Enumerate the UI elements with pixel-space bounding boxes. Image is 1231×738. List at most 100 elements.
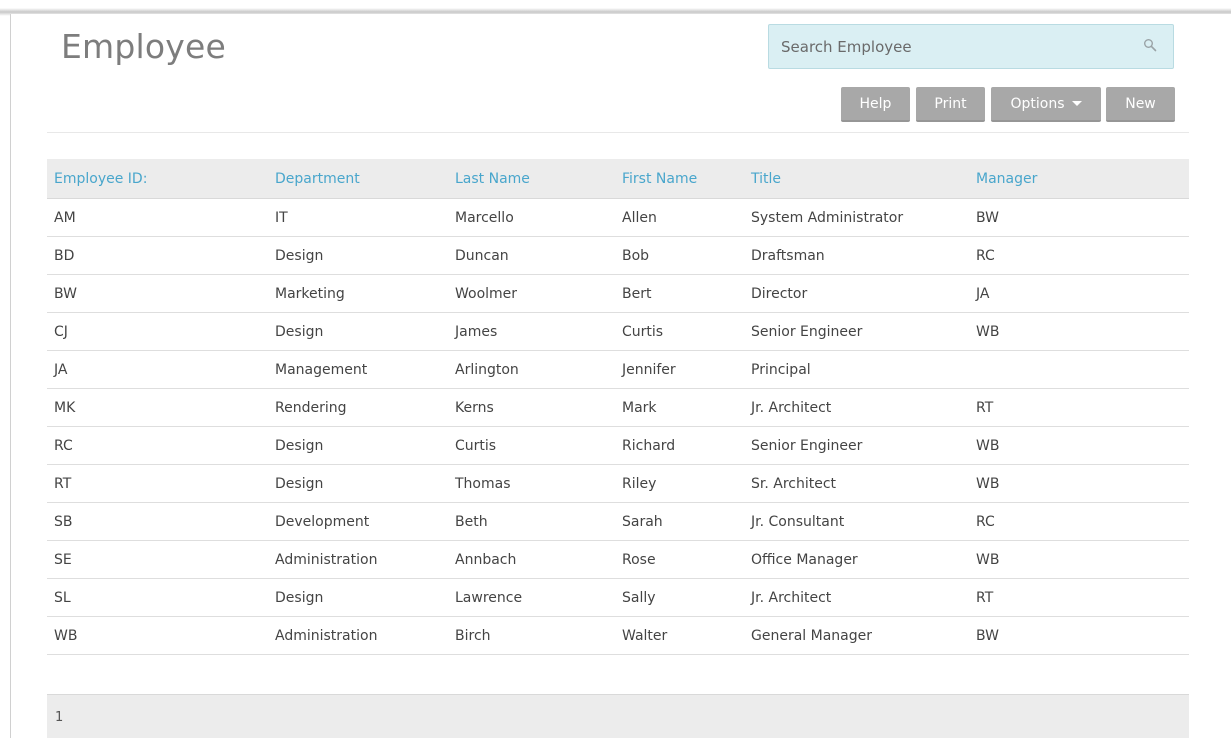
options-button[interactable]: Options (991, 87, 1101, 122)
cell-first-name: Walter (615, 616, 744, 655)
cell-title: System Administrator (744, 198, 969, 237)
table-row[interactable]: CJ Design James Curtis Senior Engineer WB (47, 312, 1189, 351)
column-header-department[interactable]: Department (268, 159, 448, 199)
table-row[interactable]: WB Administration Birch Walter General Manag… (47, 616, 1189, 655)
cell-last-name: Kerns (448, 388, 615, 427)
cell-title: General Manager (744, 616, 969, 655)
cell-employee-id: SE (47, 540, 268, 579)
cell-department: Management (268, 350, 448, 389)
table-row[interactable]: SE Administration Annbach Rose Office Manage… (47, 540, 1189, 579)
table-row[interactable]: BD Design Duncan Bob Draftsman RC (47, 236, 1189, 275)
cell-employee-id: WB (47, 616, 268, 655)
cell-manager: BW (969, 198, 1189, 237)
cell-last-name: Marcello (448, 198, 615, 237)
cell-department: Design (268, 312, 448, 351)
search-input[interactable] (769, 25, 1129, 68)
cell-first-name: Curtis (615, 312, 744, 351)
cell-employee-id: RC (47, 426, 268, 465)
table-row[interactable]: AM IT Marcello Allen System Administrator BW (47, 198, 1189, 237)
cell-manager (969, 350, 1189, 389)
cell-department: IT (268, 198, 448, 237)
cell-department: Administration (268, 540, 448, 579)
table-row[interactable]: SB Development Beth Sarah Jr. Consultant RC (47, 502, 1189, 541)
cell-manager: RC (969, 502, 1189, 541)
column-header-last-name[interactable]: Last Name (448, 159, 615, 199)
table-header-row: Employee ID: Department Last Name First … (47, 159, 1189, 199)
page-title: Employee (61, 27, 227, 66)
cell-first-name: Richard (615, 426, 744, 465)
cell-department: Administration (268, 616, 448, 655)
cell-last-name: Duncan (448, 236, 615, 275)
cell-manager: WB (969, 312, 1189, 351)
table-row[interactable]: RT Design Thomas Riley Sr. Architect WB (47, 464, 1189, 503)
cell-last-name: Arlington (448, 350, 615, 389)
cell-title: Senior Engineer (744, 312, 969, 351)
cell-employee-id: SB (47, 502, 268, 541)
print-button[interactable]: Print (916, 87, 985, 122)
cell-first-name: Sarah (615, 502, 744, 541)
cell-last-name: James (448, 312, 615, 351)
help-button-label: Help (859, 95, 892, 112)
options-button-label: Options (1010, 95, 1065, 112)
column-header-employee-id[interactable]: Employee ID: (47, 159, 268, 199)
new-button-label: New (1125, 95, 1156, 112)
cell-manager: RT (969, 578, 1189, 617)
cell-first-name: Bert (615, 274, 744, 313)
cell-department: Rendering (268, 388, 448, 427)
column-header-title[interactable]: Title (744, 159, 969, 199)
search-icon[interactable] (1143, 38, 1157, 52)
cell-title: Jr. Architect (744, 578, 969, 617)
cell-first-name: Mark (615, 388, 744, 427)
cell-first-name: Bob (615, 236, 744, 275)
column-header-first-name[interactable]: First Name (615, 159, 744, 199)
cell-department: Design (268, 236, 448, 275)
cell-employee-id: BW (47, 274, 268, 313)
table-row[interactable]: RC Design Curtis Richard Senior Engineer WB (47, 426, 1189, 465)
cell-manager: WB (969, 464, 1189, 503)
cell-manager: RC (969, 236, 1189, 275)
cell-department: Design (268, 578, 448, 617)
cell-manager: BW (969, 616, 1189, 655)
search-box[interactable] (768, 24, 1174, 69)
page-number-1[interactable]: 1 (55, 710, 63, 725)
cell-last-name: Annbach (448, 540, 615, 579)
table-row[interactable]: JA Management Arlington Jennifer Principal (47, 350, 1189, 389)
table-row[interactable]: SL Design Lawrence Sally Jr. Architect RT (47, 578, 1189, 617)
cell-last-name: Birch (448, 616, 615, 655)
cell-manager: WB (969, 426, 1189, 465)
cell-department: Design (268, 464, 448, 503)
cell-employee-id: AM (47, 198, 268, 237)
cell-last-name: Lawrence (448, 578, 615, 617)
table-row[interactable]: MK Rendering Kerns Mark Jr. Architect RT (47, 388, 1189, 427)
pagination-bar: 1 (47, 694, 1189, 738)
cell-employee-id: SL (47, 578, 268, 617)
cell-last-name: Woolmer (448, 274, 615, 313)
new-button[interactable]: New (1106, 87, 1175, 122)
cell-department: Development (268, 502, 448, 541)
cell-manager: WB (969, 540, 1189, 579)
table-row[interactable]: BW Marketing Woolmer Bert Director JA (47, 274, 1189, 313)
cell-employee-id: MK (47, 388, 268, 427)
cell-title: Office Manager (744, 540, 969, 579)
cell-employee-id: CJ (47, 312, 268, 351)
help-button[interactable]: Help (841, 87, 910, 122)
cell-title: Jr. Consultant (744, 502, 969, 541)
cell-title: Sr. Architect (744, 464, 969, 503)
cell-title: Director (744, 274, 969, 313)
cell-employee-id: BD (47, 236, 268, 275)
cell-last-name: Curtis (448, 426, 615, 465)
cell-title: Principal (744, 350, 969, 389)
cell-manager: RT (969, 388, 1189, 427)
cell-last-name: Beth (448, 502, 615, 541)
cell-first-name: Jennifer (615, 350, 744, 389)
cell-department: Design (268, 426, 448, 465)
cell-title: Senior Engineer (744, 426, 969, 465)
cell-manager: JA (969, 274, 1189, 313)
cell-employee-id: JA (47, 350, 268, 389)
employee-table: Employee ID: Department Last Name First … (47, 159, 1189, 655)
column-header-manager[interactable]: Manager (969, 159, 1189, 199)
cell-department: Marketing (268, 274, 448, 313)
cell-first-name: Riley (615, 464, 744, 503)
cell-title: Draftsman (744, 236, 969, 275)
cell-first-name: Allen (615, 198, 744, 237)
